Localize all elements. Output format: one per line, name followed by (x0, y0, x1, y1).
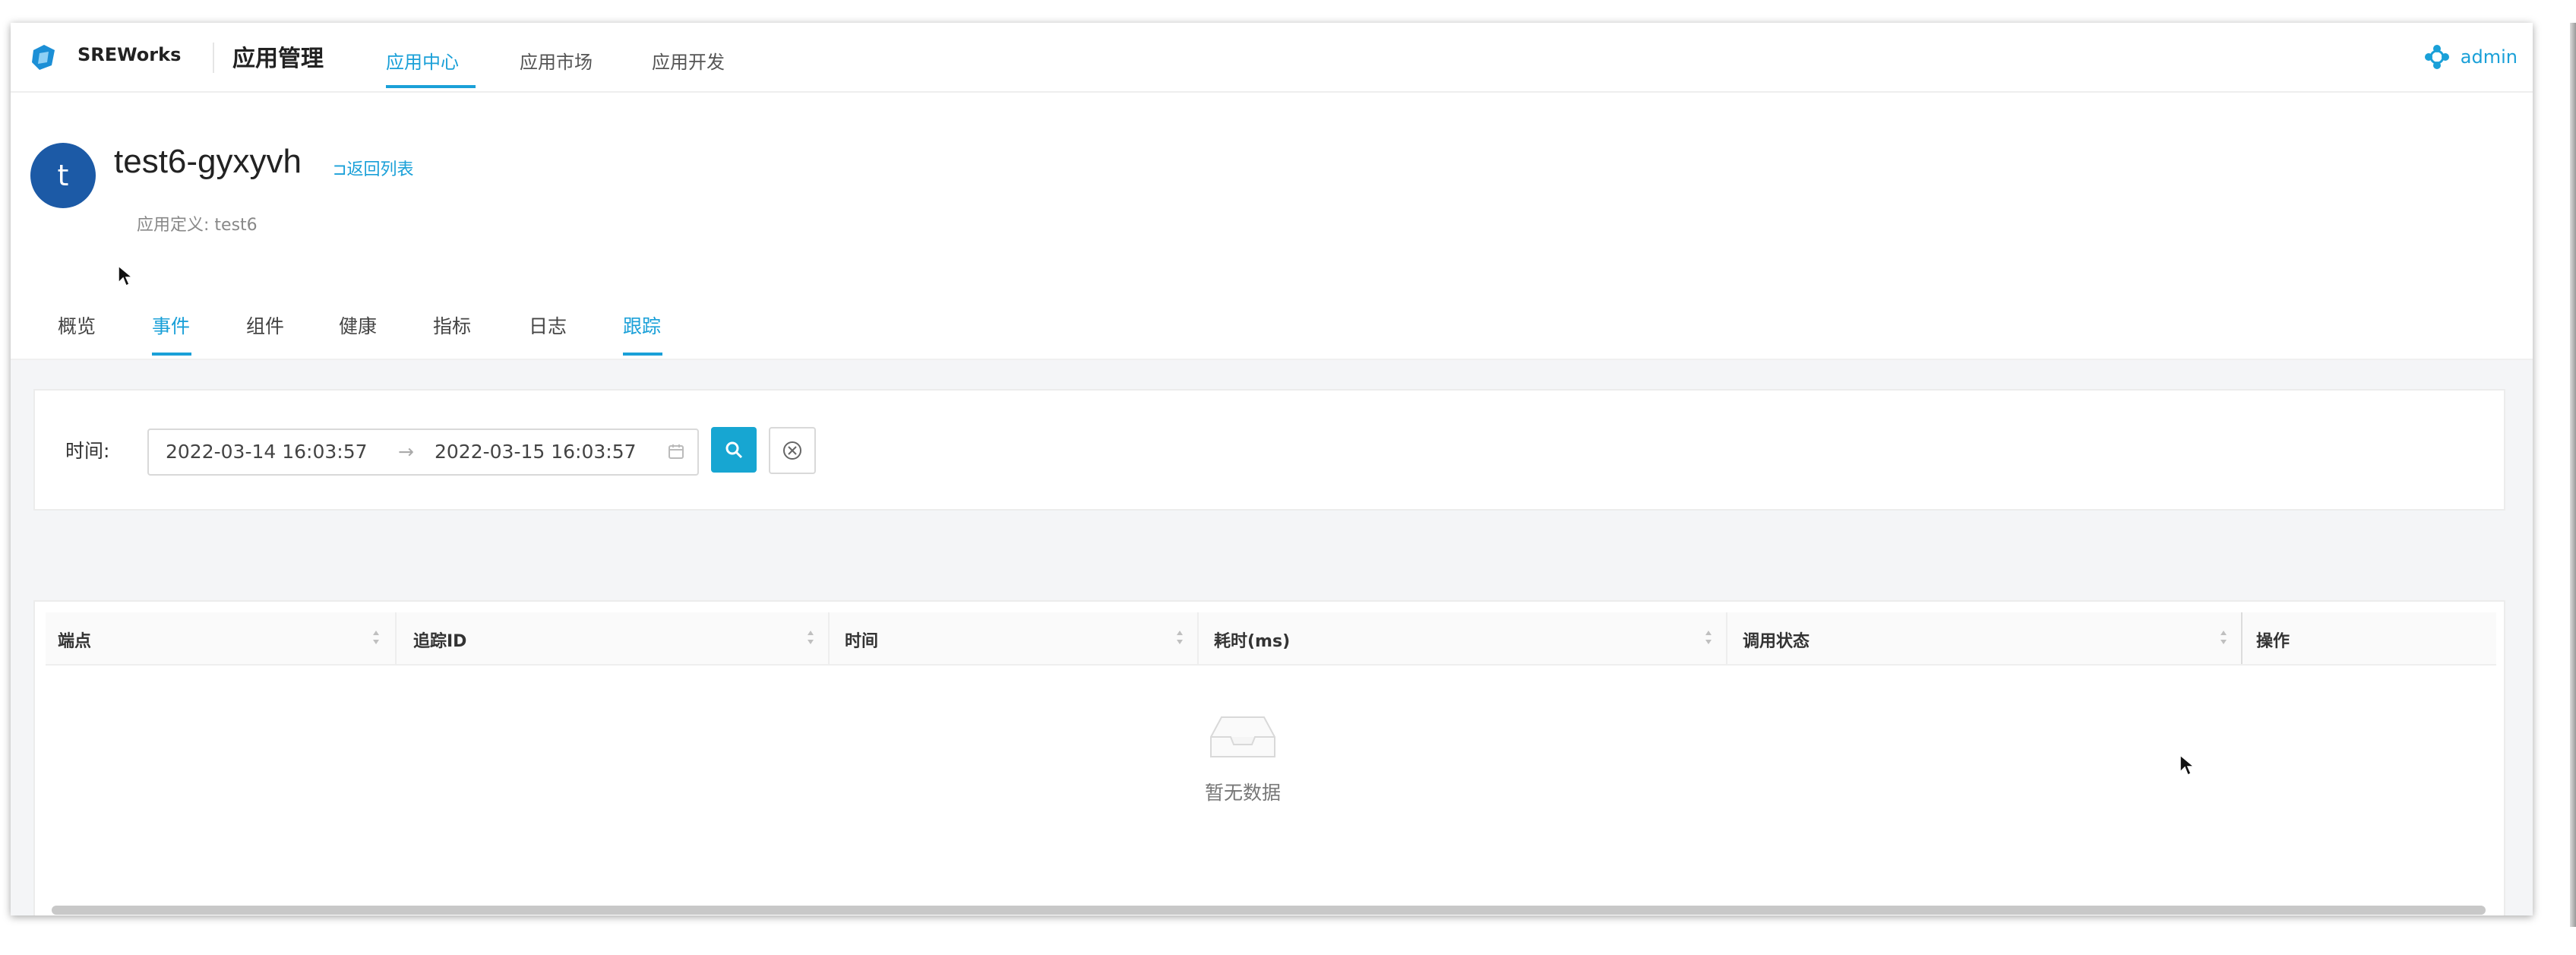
col-endpoint[interactable]: 端点 (58, 628, 91, 652)
trace-table: 端点 追踪ID 时间 耗时(ms) 调用状态 操作 暂无数据 (33, 600, 2505, 915)
tab-events-indicator (152, 353, 191, 356)
empty-inbox-icon (1210, 716, 1275, 757)
tab-logs[interactable]: 日志 (529, 311, 567, 339)
mouse-cursor-icon (118, 264, 134, 287)
top-navbar: SREWorks 应用管理 应用中心 应用市场 应用开发 admin (11, 23, 2533, 93)
clear-button[interactable] (769, 427, 816, 474)
sort-icon[interactable] (805, 626, 816, 649)
nav-app-center[interactable]: 应用中心 (386, 47, 459, 74)
mouse-cursor-icon (2179, 754, 2195, 776)
range-start-value[interactable]: 2022-03-14 16:03:57 (166, 441, 368, 463)
sort-icon[interactable] (1174, 626, 1185, 649)
brand-divider (213, 43, 214, 73)
back-icon: ⊐ (333, 160, 347, 179)
sort-icon[interactable] (371, 626, 381, 649)
nav-app-market[interactable]: 应用市场 (520, 47, 593, 74)
brand-name[interactable]: SREWorks (77, 44, 181, 65)
sreworks-logo-icon (32, 45, 55, 70)
app-avatar: t (30, 143, 96, 208)
sort-icon[interactable] (1703, 626, 1714, 649)
range-end-value[interactable]: 2022-03-15 16:03:57 (435, 441, 637, 463)
app-definition: 应用定义: test6 (137, 216, 258, 235)
column-divider (1726, 612, 1727, 664)
col-call-status[interactable]: 调用状态 (1743, 628, 1810, 652)
time-filter-label: 时间: (65, 440, 110, 462)
date-range-picker[interactable]: 2022-03-14 16:03:57 → 2022-03-15 16:03:5… (147, 428, 699, 476)
tab-components[interactable]: 组件 (246, 311, 284, 339)
content-area: 时间: 2022-03-14 16:03:57 → 2022-03-15 16:… (11, 360, 2533, 915)
col-actions: 操作 (2256, 632, 2290, 651)
username: admin (2460, 46, 2518, 68)
column-divider (395, 612, 397, 664)
search-icon (725, 441, 743, 459)
horizontal-scrollbar[interactable] (52, 906, 2486, 915)
back-link-label: 返回列表 (346, 160, 414, 179)
column-divider (1197, 612, 1199, 664)
sort-icon[interactable] (2218, 626, 2229, 649)
nav-app-dev[interactable]: 应用开发 (652, 47, 725, 74)
search-button[interactable] (711, 427, 757, 473)
column-divider (2241, 612, 2243, 664)
range-arrow: → (398, 441, 414, 463)
empty-state: 暂无数据 (1174, 710, 1311, 805)
app-window: SREWorks 应用管理 应用中心 应用市场 应用开发 admin t tes… (11, 23, 2533, 915)
column-divider (828, 612, 830, 664)
back-to-list-link[interactable]: ⊐返回列表 (333, 156, 413, 180)
app-management-title[interactable]: 应用管理 (232, 40, 324, 73)
filter-card: 时间: 2022-03-14 16:03:57 → 2022-03-15 16:… (33, 389, 2505, 511)
app-tabs: 概览 事件 组件 健康 指标 日志 跟踪 (11, 304, 2533, 360)
window-edge-shadow (2570, 23, 2576, 927)
app-name: test6-gyxyvh (114, 143, 302, 180)
empty-text: 暂无数据 (1204, 782, 1281, 804)
user-avatar-icon (2424, 45, 2449, 69)
close-circle-icon (783, 441, 801, 460)
tab-metrics[interactable]: 指标 (433, 311, 471, 339)
col-trace-id[interactable]: 追踪ID (413, 628, 466, 652)
col-duration[interactable]: 耗时(ms) (1214, 628, 1290, 652)
table-header: 端点 追踪ID 时间 耗时(ms) 调用状态 操作 (46, 612, 2496, 666)
tab-trace-indicator (623, 353, 662, 356)
user-menu[interactable]: admin (2423, 43, 2518, 71)
tab-events[interactable]: 事件 (152, 311, 190, 339)
col-time[interactable]: 时间 (845, 628, 878, 652)
tab-trace[interactable]: 跟踪 (623, 311, 661, 339)
tab-overview[interactable]: 概览 (58, 311, 96, 339)
nav-active-indicator (386, 85, 476, 88)
calendar-icon (668, 444, 684, 459)
tab-health[interactable]: 健康 (339, 311, 377, 339)
